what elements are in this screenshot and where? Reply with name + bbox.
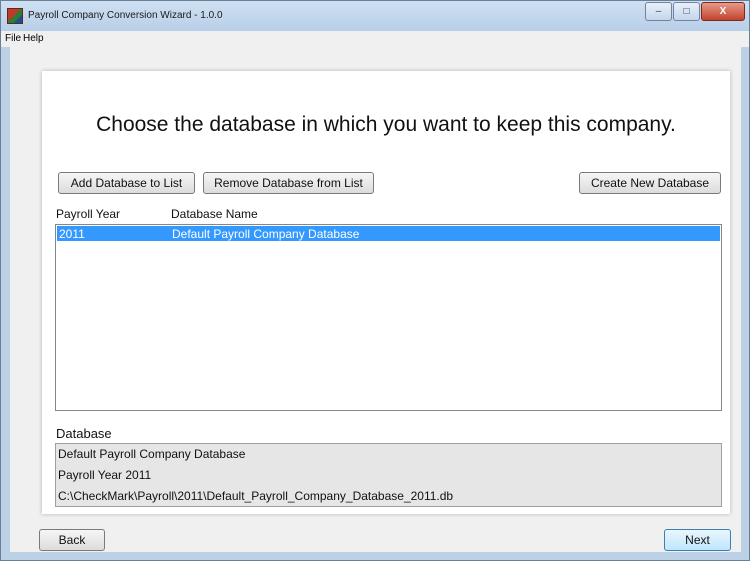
add-database-button[interactable]: Add Database to List — [58, 172, 195, 194]
wizard-panel: Choose the database in which you want to… — [42, 71, 730, 514]
page-title: Choose the database in which you want to… — [96, 113, 676, 136]
next-button[interactable]: Next — [664, 529, 731, 551]
column-header-payroll-year[interactable]: Payroll Year — [56, 207, 120, 221]
details-payroll-year: Payroll Year 2011 — [58, 468, 152, 482]
app-window: Payroll Company Conversion Wizard - 1.0.… — [0, 0, 750, 561]
menu-bar: File Help — [1, 31, 749, 47]
menu-help[interactable]: Help — [23, 33, 44, 44]
back-button[interactable]: Back — [39, 529, 105, 551]
remove-database-button[interactable]: Remove Database from List — [203, 172, 374, 194]
app-icon — [7, 8, 23, 24]
details-file-path: C:\CheckMark\Payroll\2011\Default_Payrol… — [58, 489, 454, 503]
maximize-button[interactable]: □ — [673, 2, 700, 21]
details-database-name: Default Payroll Company Database — [58, 447, 246, 461]
row-database-name: Default Payroll Company Database — [172, 227, 360, 241]
database-list[interactable]: 2011 Default Payroll Company Database — [55, 224, 722, 411]
menu-file[interactable]: File — [5, 33, 21, 44]
close-button[interactable]: X — [701, 2, 745, 21]
database-section-label: Database — [56, 426, 112, 441]
create-database-button[interactable]: Create New Database — [579, 172, 721, 194]
row-year: 2011 — [59, 227, 85, 241]
database-details: Default Payroll Company Database Payroll… — [55, 443, 722, 507]
window-controls: – □ X — [644, 2, 745, 21]
client-area: Choose the database in which you want to… — [10, 47, 741, 552]
list-item[interactable]: 2011 Default Payroll Company Database — [57, 226, 720, 241]
column-header-database-name[interactable]: Database Name — [171, 207, 258, 221]
window-title: Payroll Company Conversion Wizard - 1.0.… — [28, 10, 223, 21]
minimize-button[interactable]: – — [645, 2, 672, 21]
title-bar[interactable]: Payroll Company Conversion Wizard - 1.0.… — [1, 1, 749, 31]
